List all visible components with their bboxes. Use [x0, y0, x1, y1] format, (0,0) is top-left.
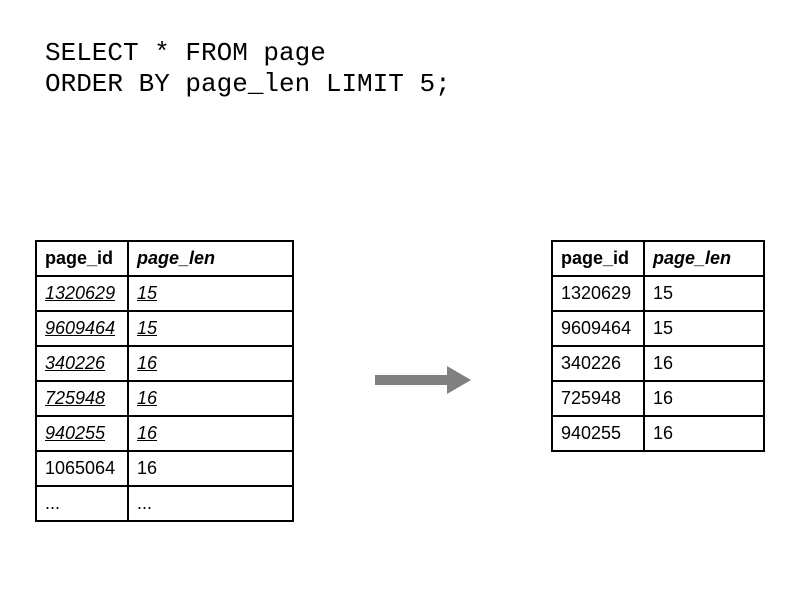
- cell-page-len: 16: [644, 381, 764, 416]
- table-row: 34022616: [552, 346, 764, 381]
- col-header-page-len: page_len: [128, 241, 293, 276]
- table-row: 34022616: [36, 346, 293, 381]
- cell-page-len: 16: [128, 451, 293, 486]
- result-table-body: 1320629159609464153402261672594816940255…: [552, 276, 764, 451]
- cell-page-len: 15: [128, 311, 293, 346]
- table-row: 72594816: [36, 381, 293, 416]
- cell-page-id: 940255: [552, 416, 644, 451]
- col-header-page-id: page_id: [552, 241, 644, 276]
- table-row: 132062915: [36, 276, 293, 311]
- cell-page-len: 15: [128, 276, 293, 311]
- cell-page-id: 340226: [36, 346, 128, 381]
- sql-line-2: ORDER BY page_len LIMIT 5;: [45, 69, 451, 99]
- cell-page-len: 16: [128, 346, 293, 381]
- result-table: page_id page_len 13206291596094641534022…: [551, 240, 765, 452]
- table-row: 132062915: [552, 276, 764, 311]
- cell-page-id: 1320629: [552, 276, 644, 311]
- table-row: 106506416: [36, 451, 293, 486]
- cell-page-id: 9609464: [552, 311, 644, 346]
- source-table: page_id page_len 13206291596094641534022…: [35, 240, 294, 522]
- sql-query: SELECT * FROM page ORDER BY page_len LIM…: [45, 38, 451, 100]
- cell-page-len: ...: [128, 486, 293, 521]
- cell-page-len: 15: [644, 276, 764, 311]
- cell-page-len: 16: [128, 381, 293, 416]
- tables-container: page_id page_len 13206291596094641534022…: [35, 240, 765, 522]
- cell-page-id: 1320629: [36, 276, 128, 311]
- cell-page-len: 16: [644, 346, 764, 381]
- cell-page-id: 725948: [552, 381, 644, 416]
- table-row: 960946415: [36, 311, 293, 346]
- cell-page-id: 9609464: [36, 311, 128, 346]
- arrow-container: [294, 280, 551, 480]
- arrow-icon: [375, 366, 471, 394]
- col-header-page-len: page_len: [644, 241, 764, 276]
- sql-line-1: SELECT * FROM page: [45, 38, 326, 68]
- col-header-page-id: page_id: [36, 241, 128, 276]
- cell-page-id: 340226: [552, 346, 644, 381]
- table-row: 960946415: [552, 311, 764, 346]
- cell-page-id: 1065064: [36, 451, 128, 486]
- cell-page-len: 16: [644, 416, 764, 451]
- table-row: 94025516: [552, 416, 764, 451]
- cell-page-id: ...: [36, 486, 128, 521]
- table-row: 94025516: [36, 416, 293, 451]
- source-table-body: 1320629159609464153402261672594816940255…: [36, 276, 293, 521]
- cell-page-len: 16: [128, 416, 293, 451]
- cell-page-len: 15: [644, 311, 764, 346]
- table-row: 72594816: [552, 381, 764, 416]
- cell-page-id: 940255: [36, 416, 128, 451]
- table-header-row: page_id page_len: [552, 241, 764, 276]
- table-header-row: page_id page_len: [36, 241, 293, 276]
- table-row: ......: [36, 486, 293, 521]
- cell-page-id: 725948: [36, 381, 128, 416]
